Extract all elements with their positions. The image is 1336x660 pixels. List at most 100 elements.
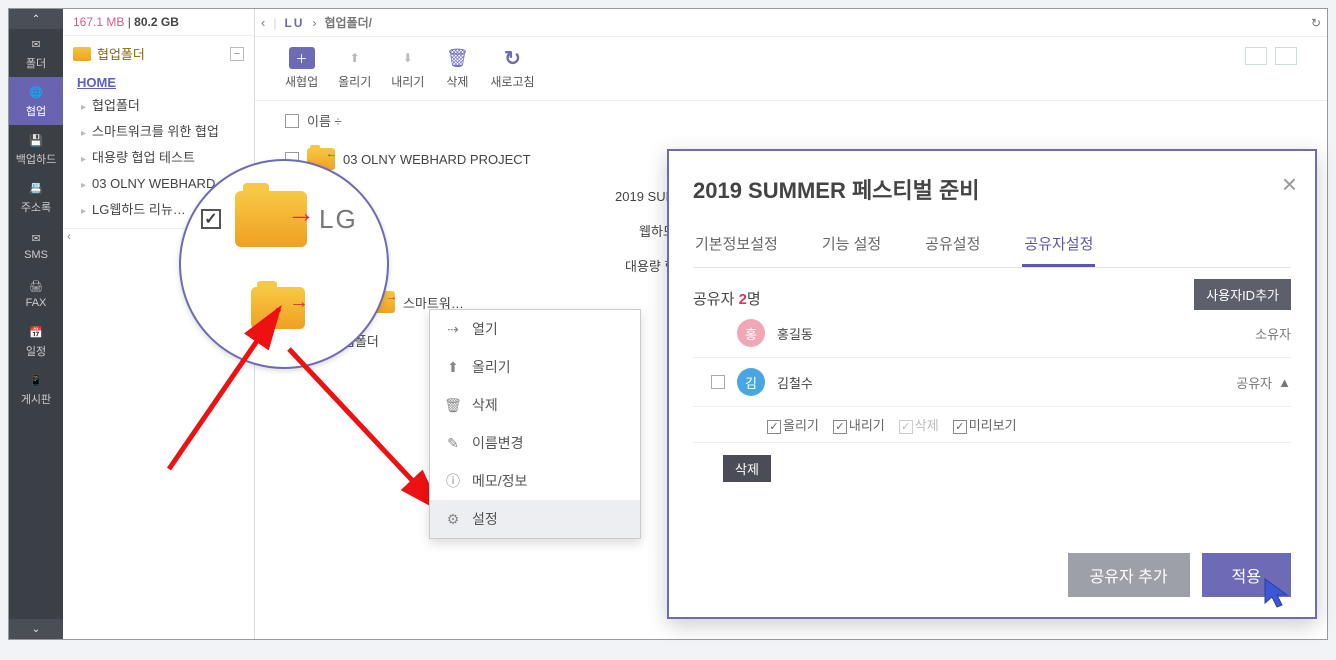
trash-icon: 🗑 [444, 396, 462, 414]
tab-share[interactable]: 공유설정 [923, 233, 982, 267]
ctx-delete[interactable]: 🗑삭제 [430, 386, 640, 424]
nav-address-label: 주소록 [21, 199, 51, 215]
ctx-settings[interactable]: ⚙설정 [430, 500, 640, 538]
upload-icon: ⬆ [342, 47, 368, 69]
tree-item[interactable]: 스마트워크를 위한 협업 [81, 120, 248, 146]
nav-sms-label: SMS [24, 249, 48, 261]
nav-board-label: 게시판 [21, 391, 51, 407]
collapse-icon[interactable]: − [230, 47, 244, 61]
sharer-role: 소유자 [1255, 324, 1291, 343]
row-name: 03 OLNY WEBHARD PROJECT [343, 152, 531, 167]
nav-coop-label: 협업 [26, 103, 46, 119]
cursor-icon [1261, 577, 1295, 611]
permission-row: 올리기 내리기 삭제 미리보기 [693, 407, 1291, 443]
col-name[interactable]: 이름 ÷ [307, 111, 342, 130]
sharer-name: 김철수 [777, 373, 813, 392]
list-header: 이름 ÷ [255, 101, 1327, 140]
edit-icon: ✎ [444, 434, 462, 452]
delete-sharer-button[interactable]: 삭제 [723, 455, 771, 482]
folder-icon [73, 47, 91, 61]
storage-total: 80.2 GB [134, 15, 179, 29]
gear-icon: ⚙ [444, 510, 462, 528]
lens-checkbox: ✓ [201, 209, 221, 229]
nav-folder[interactable]: ✉ 폴더 [9, 29, 63, 77]
phone-icon: 📱 [25, 371, 47, 389]
history-icon[interactable]: ↻ [1311, 16, 1321, 30]
tab-basic[interactable]: 기본정보설정 [693, 233, 780, 267]
nav-sms[interactable]: ✉ SMS [9, 221, 63, 269]
ctx-upload[interactable]: ⬆올리기 [430, 348, 640, 386]
nav-coop[interactable]: 🌐 협업 [9, 77, 63, 125]
lens-text: LG [319, 204, 358, 235]
nav-address[interactable]: 📇 주소록 [9, 173, 63, 221]
brand-icon: LU [284, 16, 304, 30]
magnifier-annotation: ✓ → LG → [179, 159, 389, 369]
tree-root[interactable]: 협업폴더 − [63, 36, 254, 71]
sharer-row: 홍 홍길동 소유자 [693, 309, 1291, 358]
book-icon: 📇 [25, 179, 47, 197]
tree-item[interactable]: 협업폴더 [81, 94, 248, 120]
disk-icon: 💾 [25, 131, 47, 149]
nav-cal-label: 일정 [26, 343, 46, 359]
perm-download[interactable]: 내리기 [833, 415, 885, 434]
lens-folder-icon: → [235, 191, 307, 247]
app-window: ⌃ ✉ 폴더 🌐 협업 💾 백업하드 📇 주소록 ✉ SMS 🖨 FAX 📅 일… [8, 8, 1328, 640]
new-coop-button[interactable]: ＋ 새협업 [285, 47, 318, 90]
tab-sharer[interactable]: 공유자설정 [1022, 233, 1095, 267]
storage-info: 167.1 MB | 80.2 GB [63, 9, 254, 36]
dialog-tabs: 기본정보설정 기능 설정 공유설정 공유자설정 [693, 233, 1291, 268]
tree-home-link[interactable]: HOME [63, 71, 254, 94]
grid-view-icon[interactable] [1275, 47, 1297, 65]
avatar: 홍 [737, 319, 765, 347]
upload-button[interactable]: ⬆ 올리기 [338, 47, 371, 90]
nav-backup[interactable]: 💾 백업하드 [9, 125, 63, 173]
sharer-name: 홍길동 [777, 324, 813, 343]
nav-cal[interactable]: 📅 일정 [9, 317, 63, 365]
mail-icon: ✉ [25, 229, 47, 247]
chevron-up-icon: ▲ [1278, 375, 1291, 390]
nav-folder-label: 폴더 [26, 55, 46, 71]
open-icon: ⇢ [444, 320, 462, 338]
printer-icon: 🖨 [25, 277, 47, 295]
tab-func[interactable]: 기능 설정 [820, 233, 883, 267]
select-all-checkbox[interactable] [285, 114, 299, 128]
close-icon[interactable]: × [1282, 169, 1297, 200]
nav-board[interactable]: 📱 게시판 [9, 365, 63, 413]
info-icon: ⓘ [444, 472, 462, 490]
nav-fax[interactable]: 🖨 FAX [9, 269, 63, 317]
back-button[interactable]: ‹ [261, 15, 265, 30]
calendar-icon: 📅 [25, 323, 47, 341]
ctx-memo[interactable]: ⓘ메모/정보 [430, 462, 640, 500]
nav-fax-label: FAX [26, 297, 47, 309]
sharer-role[interactable]: 공유자▲ [1236, 373, 1291, 392]
ctx-open[interactable]: ⇢열기 [430, 310, 640, 348]
download-icon: ⬇ [395, 47, 421, 69]
breadcrumb-bar: ‹ | LU › 협업폴더/ ↻ [255, 9, 1327, 37]
refresh-button[interactable]: ↻ 새로고침 [490, 47, 534, 90]
perm-preview[interactable]: 미리보기 [953, 415, 1017, 434]
add-user-id-button[interactable]: 사용자ID추가 [1194, 279, 1291, 310]
refresh-icon: ↻ [499, 47, 525, 69]
list-view-icon[interactable] [1245, 47, 1267, 65]
settings-dialog: 2019 SUMMER 페스티벌 준비 × 기본정보설정 기능 설정 공유설정 … [667, 149, 1317, 619]
folder-plus-icon: ＋ [289, 47, 315, 69]
breadcrumb-path[interactable]: 협업폴더/ [324, 14, 372, 31]
perm-delete[interactable]: 삭제 [899, 415, 939, 434]
storage-used: 167.1 MB [73, 15, 124, 29]
delete-button[interactable]: 🗑 삭제 [444, 47, 470, 90]
dialog-buttons: 공유자 추가 적용 [1068, 553, 1292, 597]
tree-root-label: 협업폴더 [97, 44, 145, 63]
add-sharer-button[interactable]: 공유자 추가 [1068, 553, 1190, 597]
nav-scroll-up[interactable]: ⌃ [9, 9, 63, 29]
lens-folder-icon: → [251, 287, 305, 329]
perm-upload[interactable]: 올리기 [767, 415, 819, 434]
nav-scroll-down[interactable]: ⌄ [9, 619, 63, 639]
ctx-rename[interactable]: ✎이름변경 [430, 424, 640, 462]
sharer-checkbox[interactable] [711, 375, 725, 389]
tree-item[interactable]: 대용량 협업 테스트 [81, 146, 248, 172]
toolbar: ＋ 새협업 ⬆ 올리기 ⬇ 내리기 🗑 삭제 ↻ 새로고침 [255, 37, 1327, 101]
dialog-title: 2019 SUMMER 페스티벌 준비 [693, 173, 1291, 205]
download-button[interactable]: ⬇ 내리기 [391, 47, 424, 90]
upload-icon: ⬆ [444, 358, 462, 376]
sharer-row: 김 김철수 공유자▲ [693, 358, 1291, 407]
